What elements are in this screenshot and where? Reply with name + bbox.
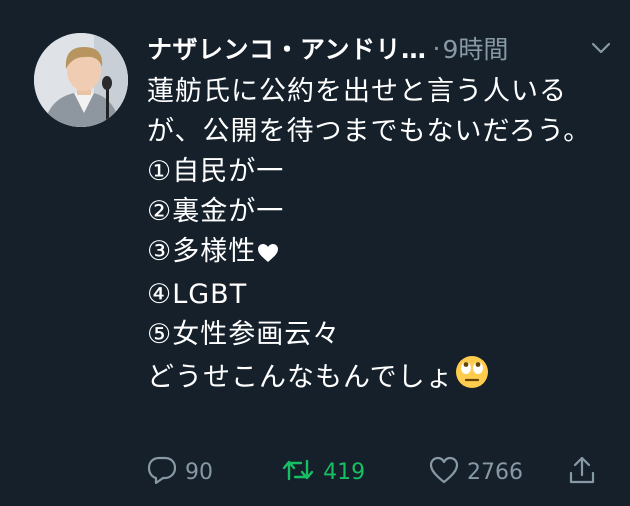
- share-icon: [567, 455, 597, 489]
- tweet-text-item-3: ③多様性: [147, 236, 257, 267]
- tweet[interactable]: ナザレンコ・アンドリ… · 9時間 蓮舫氏に公約を出せと言う人いるが、公開を待つ…: [0, 0, 630, 506]
- tweet-text-item-4: ④LGBT: [147, 279, 248, 310]
- avatar-photo: [34, 33, 128, 127]
- reply-icon: [147, 456, 177, 488]
- tweet-text-item-5: ⑤女性参画云々: [147, 319, 341, 350]
- share-button[interactable]: [567, 455, 597, 489]
- retweet-button[interactable]: 419: [281, 457, 429, 487]
- tweet-text-closing-row: どうせこんなもんでしょ: [147, 355, 602, 401]
- tweet-text-intro: 蓮舫氏に公約を出せと言う人いるが、公開を待つまでもないだろう。: [147, 76, 592, 147]
- retweet-count: 419: [323, 459, 366, 485]
- tweet-text-item-2: ②裏金が一: [147, 196, 285, 227]
- tweet-text-item-3-row: ③多様性: [147, 232, 602, 275]
- timestamp[interactable]: 9時間: [442, 30, 508, 66]
- chevron-down-icon[interactable]: [589, 36, 613, 60]
- tweet-text-item-1: ①自民が一: [147, 156, 285, 187]
- like-count: 2766: [466, 459, 523, 485]
- rolling-eyes-emoji-icon: [455, 355, 489, 401]
- tweet-body: 蓮舫氏に公約を出せと言う人いるが、公開を待つまでもないだろう。 ①自民が一 ②裏…: [147, 72, 602, 401]
- reply-count: 90: [185, 459, 213, 485]
- like-button[interactable]: 2766: [429, 456, 567, 488]
- tweet-text-closing: どうせこんなもんでしょ: [147, 362, 454, 393]
- author-name[interactable]: ナザレンコ・アンドリ…: [147, 30, 427, 66]
- heart-icon: [429, 456, 459, 488]
- tweet-header: ナザレンコ・アンドリ… · 9時間: [147, 28, 613, 68]
- reply-button[interactable]: 90: [147, 456, 281, 488]
- white-heart-icon: [257, 235, 279, 275]
- retweet-icon: [281, 457, 315, 487]
- tweet-actions: 90 419 2766: [147, 452, 597, 492]
- header-separator: ·: [432, 33, 441, 63]
- avatar[interactable]: [34, 33, 128, 127]
